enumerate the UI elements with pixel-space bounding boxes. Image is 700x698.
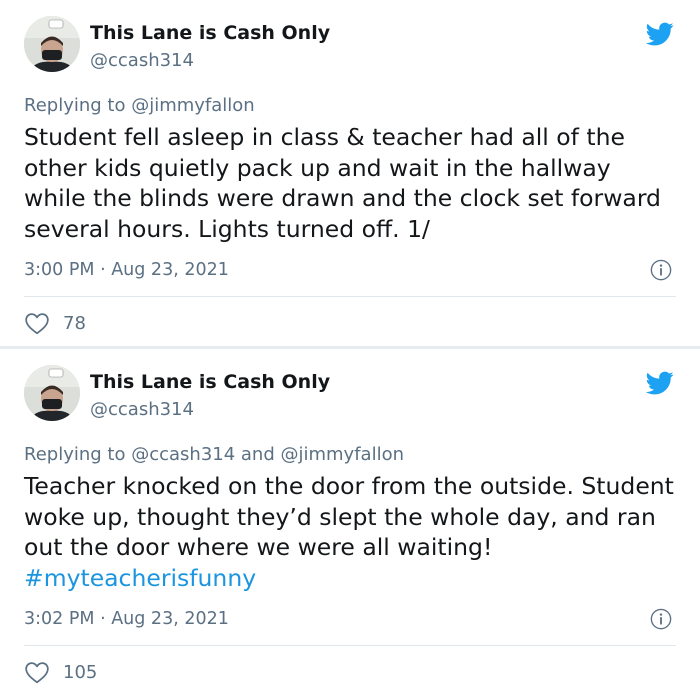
like-button[interactable]: 105: [24, 659, 97, 685]
twitter-bird-icon[interactable]: [644, 369, 676, 397]
like-button[interactable]: 78: [24, 310, 86, 336]
reply-mentions[interactable]: @ccash314 and @jimmyfallon: [131, 444, 404, 465]
avatar[interactable]: [24, 16, 80, 72]
tweet-text: Teacher knocked on the door from the out…: [24, 471, 679, 593]
tweet-text-content: Teacher knocked on the door from the out…: [24, 472, 674, 561]
author-handle[interactable]: @ccash314: [90, 399, 194, 420]
divider: [24, 645, 676, 646]
reply-prefix: Replying to: [24, 444, 132, 465]
hashtag-link[interactable]: #myteacherisfunny: [24, 564, 256, 592]
heart-icon[interactable]: [24, 660, 50, 684]
tweet-timestamp[interactable]: 3:00 PM · Aug 23, 2021: [24, 260, 229, 280]
like-count: 105: [63, 661, 98, 683]
tweet-timestamp[interactable]: 3:02 PM · Aug 23, 2021: [24, 609, 229, 629]
reply-context: Replying to @ccash314 and @jimmyfallon: [24, 444, 404, 465]
author-handle[interactable]: @ccash314: [90, 50, 194, 71]
reply-prefix: Replying to: [24, 95, 132, 116]
author-name[interactable]: This Lane is Cash Only: [90, 22, 330, 44]
tweet-text-content: Student fell asleep in class & teacher h…: [24, 123, 661, 243]
author-name[interactable]: This Lane is Cash Only: [90, 371, 330, 393]
info-icon[interactable]: [650, 259, 672, 281]
twitter-bird-icon[interactable]: [644, 20, 676, 48]
like-count: 78: [63, 312, 86, 334]
tweet-text: Student fell asleep in class & teacher h…: [24, 122, 679, 244]
tweet-card[interactable]: This Lane is Cash Only @ccash314 Replyin…: [0, 349, 700, 698]
divider: [24, 296, 676, 297]
tweet-card[interactable]: This Lane is Cash Only @ccash314 Replyin…: [0, 0, 700, 346]
reply-context: Replying to @jimmyfallon: [24, 95, 255, 116]
avatar[interactable]: [24, 365, 80, 421]
heart-icon[interactable]: [24, 311, 50, 335]
info-icon[interactable]: [650, 608, 672, 630]
reply-mentions[interactable]: @jimmyfallon: [131, 95, 255, 116]
